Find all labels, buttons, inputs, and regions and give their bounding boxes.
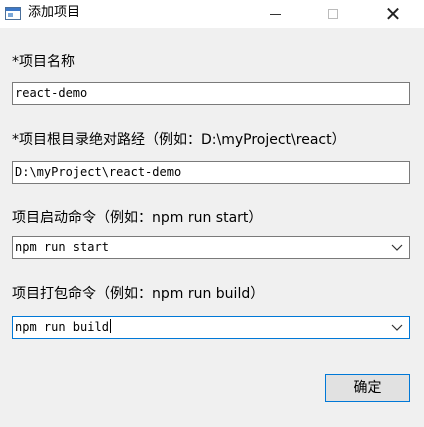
start-command-label: 项目启动命令（例如：npm run start） <box>12 210 263 226</box>
text-caret <box>109 319 111 333</box>
build-command-combobox[interactable]: npm run build <box>12 316 410 339</box>
app-window-icon <box>5 7 21 20</box>
close-icon: ✕ <box>384 2 402 26</box>
project-name-input[interactable]: react-demo <box>12 82 410 105</box>
start-command-combobox[interactable]: npm run start <box>12 236 410 259</box>
chevron-down-icon[interactable] <box>391 241 403 253</box>
title-bar[interactable]: 添加项目 ✕ <box>0 0 424 28</box>
maximize-icon <box>328 9 338 19</box>
build-command-label: 项目打包命令（例如：npm run build） <box>12 286 265 302</box>
ok-button[interactable]: 确定 <box>325 374 410 402</box>
chevron-down-icon[interactable] <box>391 321 403 333</box>
minimize-icon <box>269 13 281 15</box>
project-path-label: *项目根目录绝对路经（例如：D:\myProject\react） <box>12 132 346 148</box>
start-command-value: npm run start <box>15 240 109 254</box>
build-command-value: npm run build <box>15 320 109 334</box>
window-title: 添加项目 <box>28 5 81 20</box>
project-path-input[interactable]: D:\myProject\react-demo <box>12 161 410 184</box>
project-name-label: *项目名称 <box>12 54 75 70</box>
maximize-button[interactable] <box>310 0 356 28</box>
minimize-button[interactable] <box>252 0 298 28</box>
close-button[interactable]: ✕ <box>370 0 416 28</box>
